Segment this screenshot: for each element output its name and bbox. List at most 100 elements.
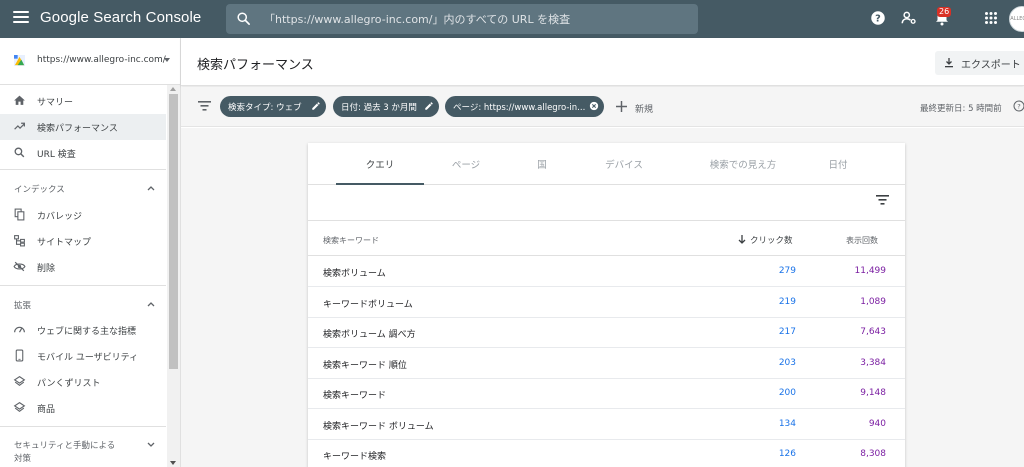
account-avatar[interactable]: ALLEGRO xyxy=(1009,6,1024,32)
nav-item-core-web-vitals[interactable]: ウェブに関する主な指標 xyxy=(0,317,166,343)
page-title: 検索パフォーマンス xyxy=(197,58,314,73)
nav-item-performance[interactable]: 検索パフォーマンス xyxy=(0,114,166,140)
table-filter-icon[interactable] xyxy=(876,195,889,205)
export-button[interactable]: エクスポート xyxy=(935,51,1024,75)
sidebar: https://www.allegro-inc.com/ サマリー 検索パフォー… xyxy=(0,38,181,467)
impressions-cell: 1,089 xyxy=(860,297,886,307)
column-header-impressions[interactable]: 表示回数 xyxy=(846,235,878,246)
sidebar-scrollbar-thumb[interactable] xyxy=(169,94,178,369)
section-label: セキュリティと手動による xyxy=(14,441,116,451)
svg-text:?: ? xyxy=(875,13,881,24)
tab-label: 日付 xyxy=(828,160,848,171)
table-row[interactable]: 検索キーワード 200 9,148 xyxy=(308,378,905,409)
scroll-down-arrow-icon[interactable] xyxy=(170,461,176,465)
filter-chip-page[interactable]: ページ: https://www.allegro-in... xyxy=(445,96,604,117)
edit-icon[interactable] xyxy=(424,101,434,111)
property-selector[interactable]: https://www.allegro-inc.com/ xyxy=(0,38,181,85)
hamburger-menu-icon[interactable] xyxy=(13,11,29,25)
help-outline-icon[interactable]: ? xyxy=(1013,100,1024,112)
export-label: エクスポート xyxy=(961,60,1021,71)
column-header-clicks-label: クリック数 xyxy=(750,236,793,246)
clicks-cell: 217 xyxy=(778,327,796,337)
impressions-cell: 7,643 xyxy=(860,327,886,337)
nav-item-mobile-usability[interactable]: モバイル ユーザビリティ xyxy=(0,343,166,369)
layers-icon xyxy=(13,375,26,386)
scroll-up-arrow-icon[interactable] xyxy=(170,87,176,91)
tab-pages[interactable]: ページ xyxy=(434,143,498,185)
filter-bar: 検索タイプ: ウェブ 日付: 過去 3 か月間 ページ: https://www… xyxy=(181,87,1024,127)
table-row[interactable]: 検索ボリューム 279 11,499 xyxy=(308,256,905,287)
manage-users-icon[interactable] xyxy=(900,9,918,27)
close-circle-icon[interactable] xyxy=(589,101,599,111)
tab-label: 国 xyxy=(537,160,547,171)
nav-item-label: サマリー xyxy=(37,98,74,108)
nav-item-breadcrumbs[interactable]: パンくずリスト xyxy=(0,369,166,395)
clicks-cell: 279 xyxy=(778,266,796,276)
tab-dates[interactable]: 日付 xyxy=(810,143,866,185)
search-input[interactable] xyxy=(264,4,684,34)
nav-item-url-inspection[interactable]: URL 検査 xyxy=(0,140,166,166)
query-cell: キーワード検索 xyxy=(323,452,387,462)
search-icon xyxy=(237,12,250,25)
help-icon[interactable]: ? xyxy=(869,9,887,27)
section-label: 拡張 xyxy=(14,301,32,311)
filter-chip-search-type[interactable]: 検索タイプ: ウェブ xyxy=(220,96,326,117)
table-row[interactable]: キーワードボリューム 219 1,089 xyxy=(308,287,905,318)
nav-item-label: サイトマップ xyxy=(37,238,92,248)
table-row[interactable]: 検索キーワード 順位 203 3,384 xyxy=(308,348,905,379)
performance-table-card: クエリ ページ 国 デバイス 検索での見え方 日付 検索キーワード クリック数 … xyxy=(308,143,905,467)
property-url: https://www.allegro-inc.com/ xyxy=(37,55,166,65)
new-filter-label: 新規 xyxy=(635,105,654,115)
tab-search-appearance[interactable]: 検索での見え方 xyxy=(688,143,798,185)
table-row[interactable]: 検索キーワード ボリューム 134 940 xyxy=(308,409,905,440)
edit-icon[interactable] xyxy=(311,101,321,111)
tab-label: 検索での見え方 xyxy=(709,160,777,171)
query-cell: キーワードボリューム xyxy=(323,300,413,310)
nav-item-summary[interactable]: サマリー xyxy=(0,88,166,114)
home-icon xyxy=(14,95,25,105)
speed-gauge-icon xyxy=(14,326,25,333)
apps-grid-icon[interactable] xyxy=(982,9,1000,27)
visibility-off-icon xyxy=(13,261,26,272)
add-icon xyxy=(616,101,627,112)
sitemap-icon xyxy=(14,235,25,247)
layers-icon xyxy=(13,401,26,412)
tab-label: ページ xyxy=(451,160,481,171)
clicks-cell: 126 xyxy=(778,449,796,459)
tab-queries[interactable]: クエリ xyxy=(336,143,424,185)
tab-countries[interactable]: 国 xyxy=(512,143,572,185)
section-index[interactable]: インデックス xyxy=(0,175,166,201)
nav-item-label: 削除 xyxy=(37,264,56,274)
section-security[interactable]: セキュリティと手動による 対策 xyxy=(0,432,166,464)
nav-item-label: ウェブに関する主な指標 xyxy=(37,327,137,337)
nav-item-products[interactable]: 商品 xyxy=(0,395,166,421)
nav-item-sitemaps[interactable]: サイトマップ xyxy=(0,228,166,254)
chip-label: 日付: 過去 3 か月間 xyxy=(341,103,417,113)
svg-text:?: ? xyxy=(1017,103,1020,111)
table-row[interactable]: キーワード検索 126 8,308 xyxy=(308,439,905,467)
nav-item-coverage[interactable]: カバレッジ xyxy=(0,202,166,228)
dimension-tabs: クエリ ページ 国 デバイス 検索での見え方 日付 xyxy=(308,143,905,185)
nav-item-label: カバレッジ xyxy=(37,212,83,222)
column-header-query[interactable]: 検索キーワード xyxy=(323,235,379,246)
section-label-continued: 対策 xyxy=(14,454,32,464)
nav-item-removals[interactable]: 削除 xyxy=(0,254,166,280)
chip-label: 検索タイプ: ウェブ xyxy=(228,103,302,113)
divider xyxy=(0,426,166,427)
section-enhancements[interactable]: 拡張 xyxy=(0,291,166,317)
clicks-cell: 203 xyxy=(778,358,796,368)
clicks-cell: 200 xyxy=(778,388,796,398)
url-inspect-search[interactable] xyxy=(226,4,698,34)
table-row[interactable]: 検索ボリューム 調べ方 217 7,643 xyxy=(308,317,905,348)
column-header-clicks[interactable]: クリック数 xyxy=(738,234,793,246)
nav-item-label: 検索パフォーマンス xyxy=(37,124,118,134)
impressions-cell: 9,148 xyxy=(860,388,886,398)
divider xyxy=(0,285,166,286)
dropdown-arrow-icon xyxy=(164,58,170,62)
tab-devices[interactable]: デバイス xyxy=(586,143,662,185)
clicks-cell: 134 xyxy=(778,419,796,429)
filter-list-icon[interactable] xyxy=(198,101,211,111)
download-icon xyxy=(945,58,953,68)
chevron-down-icon xyxy=(147,442,155,447)
filter-chip-date[interactable]: 日付: 過去 3 か月間 xyxy=(333,96,439,117)
